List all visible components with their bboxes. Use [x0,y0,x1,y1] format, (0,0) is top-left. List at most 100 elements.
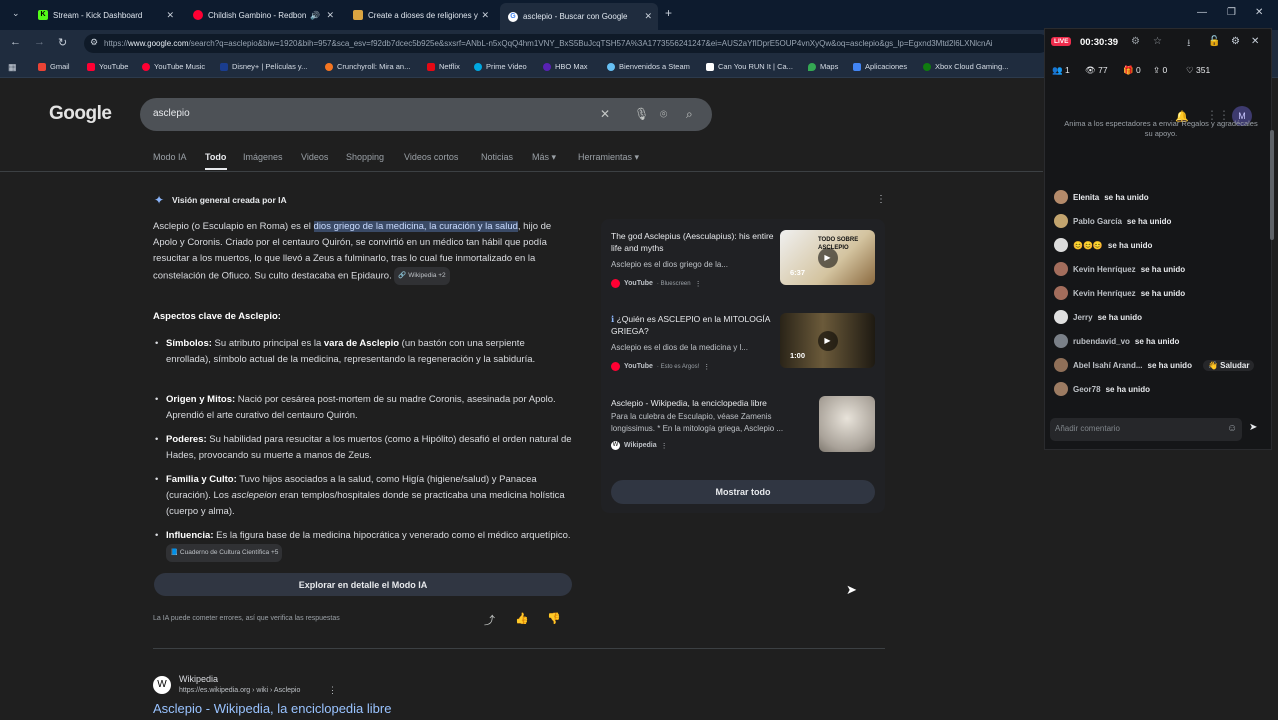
play-icon[interactable]: ▶ [817,247,838,268]
chat-user[interactable]: Abel Isahí Arand... [1073,361,1143,370]
more-vert-icon[interactable]: ⋮ [695,280,702,288]
tab-google-search[interactable]: G asclepio - Buscar con Google ✕ [500,3,658,30]
explore-ai-mode-button[interactable]: Explorar en detalle el Modo IA [154,573,572,596]
chat-user[interactable]: Kevin Henríquez [1073,265,1136,274]
video-thumbnail[interactable]: TODO SOBRE ASCLEPIO 6:37 ▶ [780,230,875,285]
stat-viewers: 👁 77 [1085,65,1108,76]
more-vert-icon[interactable]: ⋮ [328,685,337,696]
maximize-button[interactable]: ❐ [1227,7,1236,18]
result-title-link[interactable]: Asclepio - Wikipedia, la enciclopedia li… [153,701,391,716]
gear-icon[interactable]: ⚙ [1231,36,1240,47]
source-item-video-2[interactable]: ℹ ¿Quién es ASCLEPIO en la MITOLOGÍA GRI… [611,313,775,371]
tab-imagenes[interactable]: Imágenes [243,152,283,162]
bookmark-crunchyroll[interactable]: Crunchyroll: Mira an... [325,62,410,71]
more-vert-icon[interactable]: ⋮ [876,194,886,205]
bookmark-hbo-max[interactable]: HBO Max [543,62,588,71]
bookmark-youtube[interactable]: YouTube [87,62,128,71]
source-title[interactable]: The god Asclepius (Aesculapius): his ent… [611,230,775,254]
search-icon[interactable]: ⌕ [686,107,693,122]
close-icon[interactable]: ✕ [1251,36,1259,47]
bookmark-aplicaciones[interactable]: Aplicaciones [853,62,907,71]
source-title[interactable]: ℹ ¿Quién es ASCLEPIO en la MITOLOGÍA GRI… [611,313,775,337]
stat-value: 0 [1162,65,1168,75]
bookmark-xbox-cloud[interactable]: Xbox Cloud Gaming... [923,62,1008,71]
play-icon[interactable]: ▶ [817,330,838,351]
tab-youtube-music[interactable]: Childish Gambino - Redbone 🔊 ✕ [185,4,340,26]
chat-user[interactable]: 😊😊😊 [1073,241,1103,250]
tab-videos-cortos[interactable]: Videos cortos [404,152,458,162]
tab-mas[interactable]: Más ▾ [532,152,556,163]
bookmark-gmail[interactable]: Gmail [38,62,70,71]
search-input[interactable]: asclepio [153,108,190,119]
chat-comment-input[interactable]: Añadir comentario [1050,418,1242,441]
bookmark-steam[interactable]: Bienvenidos a Steam [607,62,690,71]
google-logo[interactable]: Google [49,103,112,125]
result-url[interactable]: https://es.wikipedia.org › wiki › Asclep… [179,687,300,694]
site-info-icon[interactable]: ⚙ [90,37,98,48]
tab-todo[interactable]: Todo [205,152,226,162]
lock-icon[interactable]: 🔓 [1208,36,1220,47]
microphone-icon[interactable]: 🎙 [634,107,649,121]
show-all-button[interactable]: Mostrar todo [611,480,875,504]
close-icon[interactable]: ✕ [166,10,174,21]
bookmark-netflix[interactable]: Netflix [427,62,460,71]
url-bar[interactable]: ⚙ https://www.google.com/search?q=asclep… [84,34,1049,53]
source-chip[interactable]: 🔗 Wikipedia +2 [394,267,450,285]
tab-noticias[interactable]: Noticias [481,152,513,162]
tab-search-icon[interactable]: ⌄ [12,8,20,19]
thumbs-down-icon[interactable]: 👎 [547,612,561,625]
chat-user[interactable]: Jerry [1073,313,1093,322]
statue-thumbnail[interactable] [819,396,875,452]
search-box[interactable]: asclepio ✕ 🎙 ⌾ ⌕ [140,98,712,131]
minimize-button[interactable]: — [1197,7,1207,18]
forward-arrow-icon[interactable]: → [34,36,45,48]
settings-icon[interactable]: ⚙ [1131,36,1140,47]
camera-lens-icon[interactable]: ⌾ [660,107,667,122]
close-icon[interactable]: ✕ [326,10,334,21]
speaker-icon[interactable]: 🔊 [310,11,320,20]
chat-scrollbar[interactable] [1270,130,1274,240]
tab-create-dioses[interactable]: Create a dioses de religiones y ✕ [345,4,495,26]
thumbs-up-icon[interactable]: 👍 [515,612,529,625]
emoji-icon[interactable]: ☺ [1227,423,1237,434]
bookmark-youtube-music[interactable]: YouTube Music [142,62,205,71]
chat-user[interactable]: Elenita [1073,193,1099,202]
result-site[interactable]: Wikipedia [179,674,218,684]
bookmark-can-you-run-it[interactable]: Can You RUN It | Ca... [706,62,793,71]
tab-shopping[interactable]: Shopping [346,152,384,162]
bookmark-maps[interactable]: Maps [808,62,838,71]
apps-grid-icon[interactable]: ▦ [8,62,17,73]
source-title[interactable]: Asclepio - Wikipedia, la enciclopedia li… [611,397,811,409]
chat-user[interactable]: Pablo García [1073,217,1122,226]
source-item-video-1[interactable]: The god Asclepius (Aesculapius): his ent… [611,230,775,288]
reload-icon[interactable]: ↻ [58,36,67,49]
greet-button[interactable]: 👋 Saludar [1202,359,1255,371]
source-item-wikipedia[interactable]: Asclepio - Wikipedia, la enciclopedia li… [611,397,811,450]
tab-herramientas[interactable]: Herramientas ▾ [578,152,639,163]
bullet-term: Familia y Culto: [166,474,237,485]
close-icon[interactable]: ✕ [481,10,489,21]
share-icon[interactable]: ⤴ [484,612,495,628]
more-vert-icon[interactable]: ⋮ [703,363,710,371]
chat-user[interactable]: rubendavid_vo [1073,337,1130,346]
chat-user[interactable]: Kevin Henríquez [1073,289,1136,298]
clear-icon[interactable]: ✕ [600,107,610,121]
chat-user[interactable]: Geor78 [1073,385,1101,394]
source-chip[interactable]: 📘 Cuaderno de Cultura Científica +5 [166,544,283,562]
close-icon[interactable]: ✕ [644,11,652,22]
send-icon[interactable]: ➤ [1249,422,1257,433]
source-channel: · Esto es Argos! [656,363,700,370]
download-icon[interactable]: ⭳ [1187,36,1191,53]
new-tab-button[interactable]: + [665,6,672,20]
active-tab-indicator [205,168,227,170]
video-thumbnail[interactable]: 1:00 ▶ [780,313,875,368]
more-vert-icon[interactable]: ⋮ [661,442,668,450]
tab-kick-dashboard[interactable]: K Stream - Kick Dashboard ✕ [30,4,180,26]
tab-videos[interactable]: Videos [301,152,328,162]
star-icon[interactable]: ☆ [1153,36,1162,47]
back-arrow-icon[interactable]: ← [10,36,21,48]
bookmark-disney[interactable]: Disney+ | Películas y... [220,62,307,71]
bookmark-prime-video[interactable]: Prime Video [474,62,527,71]
close-window-button[interactable]: ✕ [1255,7,1263,18]
tab-modo-ia[interactable]: Modo IA [153,152,187,162]
